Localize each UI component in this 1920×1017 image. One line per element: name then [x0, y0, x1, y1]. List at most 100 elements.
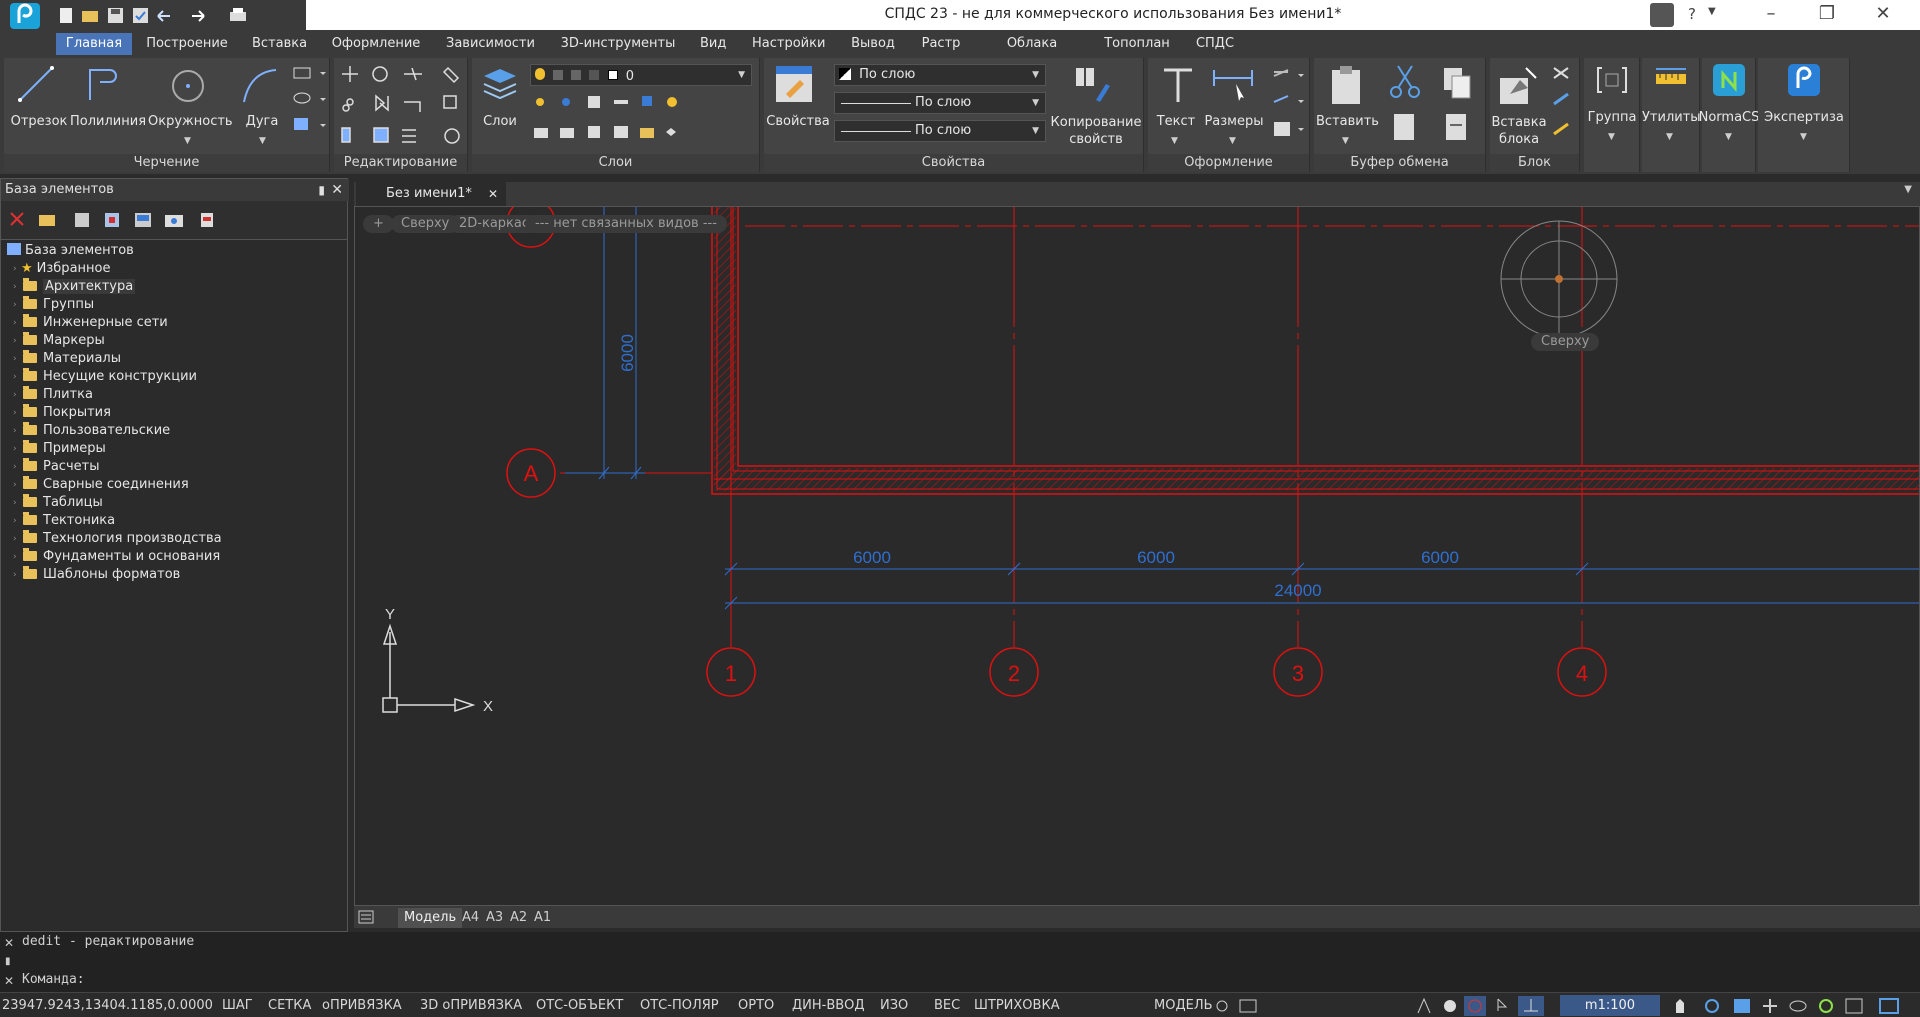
tab-settings[interactable]: Настройки [748, 33, 828, 55]
expand-icon[interactable]: › [13, 296, 17, 314]
toggle-ortho[interactable]: ОРТО [734, 995, 778, 1016]
utilities-icon[interactable] [1654, 66, 1688, 92]
tab-annotation[interactable]: Оформление [326, 33, 426, 55]
paste-icon[interactable] [1326, 64, 1366, 108]
license-icon[interactable] [1650, 3, 1674, 27]
polyline-icon[interactable] [84, 64, 124, 104]
tree-item[interactable]: › Несущие конструкции [13, 368, 197, 386]
panel-title-layers[interactable]: Слои [472, 154, 759, 172]
layers-button[interactable]: Слои [480, 114, 520, 129]
tab-spds[interactable]: СПДС [1190, 33, 1240, 55]
layers-icon[interactable] [480, 66, 520, 100]
expand-icon[interactable]: › [13, 566, 17, 584]
tab-layout-a1[interactable]: A1 [528, 908, 557, 928]
copy-properties-button[interactable]: Копирование свойств [1050, 114, 1142, 148]
toggle-object-tracking[interactable]: ОТС-ОБЪЕКТ [532, 995, 627, 1016]
open-file-icon[interactable] [82, 11, 98, 22]
panel-title-clipboard[interactable]: Буфер обмена [1314, 154, 1485, 172]
tab-view[interactable]: Вид [696, 33, 730, 55]
print-icon[interactable] [230, 8, 246, 21]
command-prompt[interactable]: Команда: [22, 972, 85, 987]
document-tab[interactable]: Без имени1* ✕ [356, 182, 506, 206]
expand-icon[interactable]: › [13, 350, 17, 368]
lineweight-combo[interactable]: По слою ▼ [834, 120, 1046, 142]
color-combo[interactable]: По слою ▼ [834, 64, 1046, 86]
viewport-plus-button[interactable]: + [363, 215, 394, 233]
tree-item[interactable]: › Расчеты [13, 458, 99, 476]
element-tool-2-icon[interactable] [105, 213, 119, 227]
command-settings-icon[interactable]: ✕ [4, 974, 14, 988]
expand-icon[interactable]: › [13, 260, 17, 278]
annotation-scale[interactable]: m1:100 [1560, 995, 1660, 1016]
panel-title-properties[interactable]: Свойства [764, 154, 1143, 172]
close-panel-icon[interactable]: ✕ [331, 179, 343, 201]
copy-properties-icon[interactable] [1072, 64, 1112, 104]
tree-item[interactable]: › ★ Избранное [13, 260, 110, 278]
new-file-icon[interactable] [60, 8, 72, 23]
tree-item[interactable]: › Маркеры [13, 332, 105, 350]
tree-item[interactable]: › Сварные соединения [13, 476, 189, 494]
dimensions-icon[interactable] [1210, 66, 1256, 106]
edit-tools-grid[interactable] [340, 64, 464, 148]
paste-button[interactable]: Вставить [1316, 114, 1379, 129]
cut-icon[interactable] [1388, 64, 1422, 100]
save-as-icon[interactable] [133, 8, 148, 23]
expertise-dropdown-icon[interactable]: ▼ [1800, 132, 1807, 142]
expand-icon[interactable]: › [13, 278, 17, 296]
circle-dropdown-icon[interactable]: ▼ [184, 136, 191, 146]
tab-insert[interactable]: Вставка [248, 33, 310, 55]
tree-item[interactable]: › Фундаменты и основания [13, 548, 220, 566]
paste-special-icon[interactable] [1440, 110, 1474, 146]
expand-icon[interactable]: › [13, 512, 17, 530]
tab-constraints[interactable]: Зависимости [442, 33, 538, 55]
tree-item[interactable]: › Тектоника [13, 512, 115, 530]
panel-title-annotation[interactable]: Оформление [1148, 154, 1309, 172]
linetype-combo[interactable]: По слою ▼ [834, 92, 1046, 114]
layer-tools-grid[interactable] [532, 92, 752, 148]
delete-icon[interactable] [10, 212, 24, 226]
redo-icon[interactable] [192, 10, 205, 22]
normacs-icon[interactable] [1713, 64, 1745, 96]
expand-icon[interactable]: › [13, 332, 17, 350]
close-window-button[interactable]: ✕ [1860, 0, 1906, 30]
toggle-lineweight[interactable]: ВЕС [930, 995, 964, 1016]
annotation-small-tools[interactable] [1270, 64, 1308, 144]
expand-icon[interactable]: › [13, 314, 17, 332]
toggle-grid[interactable]: СЕТКА [264, 995, 315, 1016]
tab-point-clouds[interactable]: Облака точек [982, 33, 1082, 73]
expand-icon[interactable]: › [13, 476, 17, 494]
circle-button[interactable]: Окружность [148, 114, 233, 129]
normacs-button[interactable]: NormaCS [1698, 110, 1760, 125]
arc-dropdown-icon[interactable]: ▼ [259, 136, 266, 146]
text-dropdown-icon[interactable]: ▼ [1171, 136, 1178, 146]
panel-title-block[interactable]: Блок [1490, 154, 1579, 172]
status-tools-right[interactable] [1670, 995, 1920, 1017]
toggle-dynamic-input[interactable]: ДИН-ВВОД [788, 995, 869, 1016]
group-dropdown-icon[interactable]: ▼ [1608, 132, 1615, 142]
help-button[interactable]: ? [1688, 5, 1696, 23]
expand-icon[interactable]: › [13, 404, 17, 422]
expand-icon[interactable]: › [13, 368, 17, 386]
close-tab-icon[interactable]: ✕ [488, 182, 498, 206]
panel-title-drawing[interactable]: Черчение [4, 154, 329, 172]
tab-output[interactable]: Вывод [846, 33, 900, 55]
element-tool-1-icon[interactable] [75, 213, 89, 227]
new-folder-icon[interactable] [39, 215, 55, 226]
properties-icon[interactable] [774, 64, 814, 104]
viewcube-label[interactable]: Сверху [1531, 333, 1600, 351]
tab-3d-tools[interactable]: 3D-инструменты [556, 33, 680, 55]
utilities-dropdown-icon[interactable]: ▼ [1666, 132, 1673, 142]
insert-block-icon[interactable] [1496, 64, 1540, 108]
properties-button[interactable]: Свойства [766, 114, 830, 129]
tab-home[interactable]: Главная [56, 33, 132, 55]
block-small-tools[interactable] [1550, 64, 1578, 148]
toggle-iso[interactable]: ИЗО [876, 995, 912, 1016]
polyline-button[interactable]: Полилиния [70, 114, 146, 129]
tab-raster[interactable]: Растр [916, 33, 966, 55]
expand-icon[interactable]: › [13, 494, 17, 512]
expand-icon[interactable]: › [13, 458, 17, 476]
drawing-small-tools[interactable] [290, 64, 328, 144]
linked-views-button[interactable]: --- нет связанных видов --- [525, 215, 727, 233]
tree-item[interactable]: › Архитектура [13, 278, 136, 296]
element-tool-4-icon[interactable] [165, 215, 183, 227]
